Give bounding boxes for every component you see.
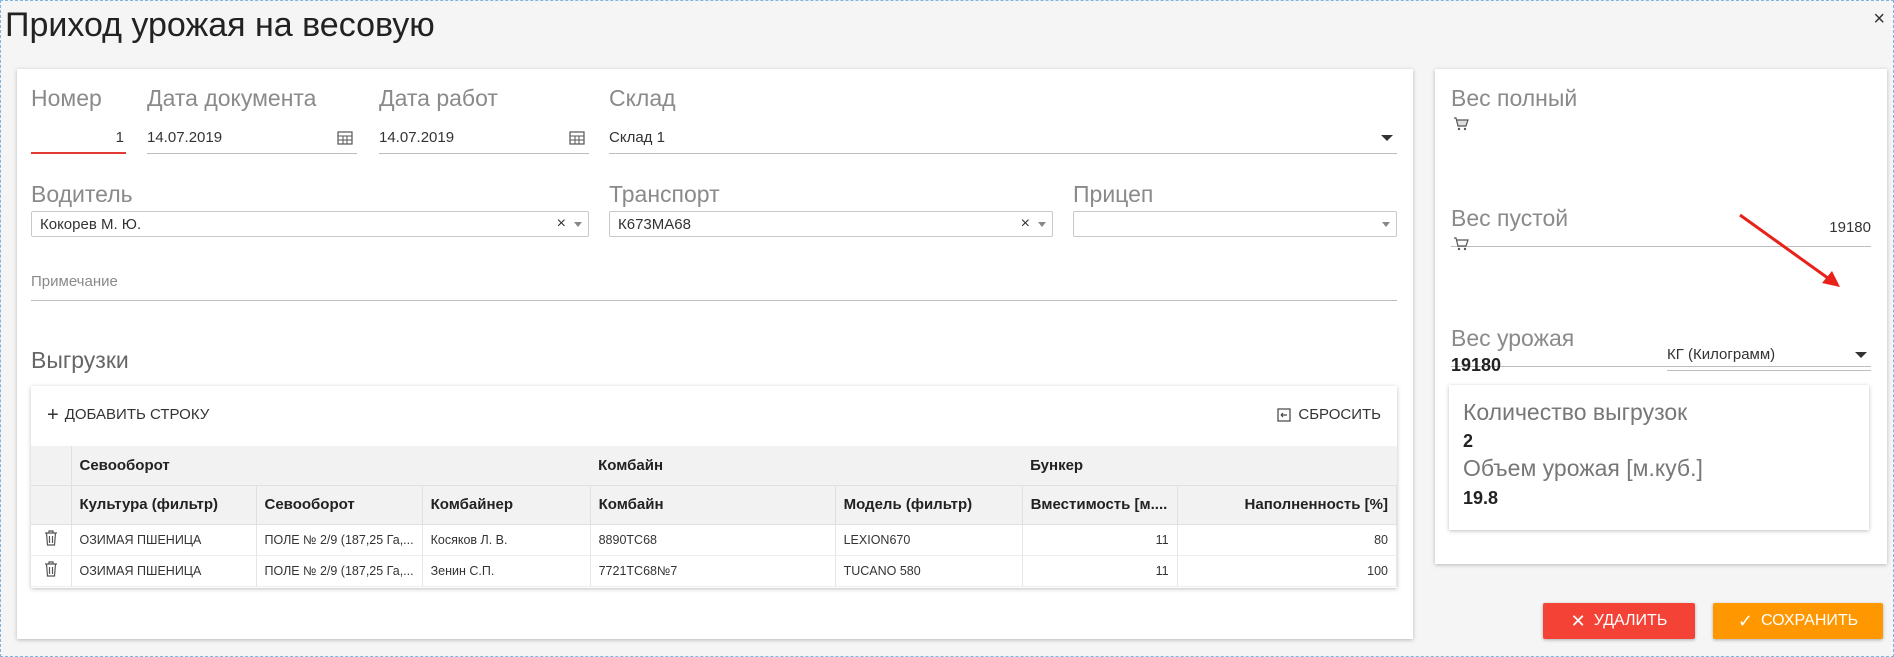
group-header-kombain: Комбайн: [590, 446, 1023, 486]
cell-fill[interactable]: 80: [1177, 524, 1398, 556]
work-date-value: 14.07.2019: [379, 129, 455, 146]
chevron-down-icon[interactable]: [1382, 221, 1390, 227]
column-header-capacity[interactable]: Вместимость [м....: [1022, 485, 1178, 525]
nomer-value: 1: [115, 128, 124, 146]
harvest-weight-value: 19180: [1451, 355, 1502, 375]
plus-icon: +: [47, 403, 59, 426]
unload-count-value: 2: [1463, 431, 1474, 451]
calendar-icon[interactable]: [337, 130, 353, 145]
doc-date-label: Дата документа: [147, 85, 317, 111]
cart-full-icon: [1454, 117, 1469, 131]
group-header-row: Севооборот Комбайн Бункер: [31, 446, 1397, 486]
reset-button[interactable]: СБРОСИТЬ: [1276, 406, 1381, 423]
grid-toolbar: + ДОБАВИТЬ СТРОКУ СБРОСИТЬ: [31, 386, 1397, 446]
unloads-section-title: Выгрузки: [31, 347, 129, 373]
chevron-down-icon[interactable]: [1381, 134, 1393, 141]
nomer-label: Номер: [31, 85, 102, 111]
cell-kombainer[interactable]: Зенин С.П.: [422, 555, 591, 587]
trailer-combobox[interactable]: [1073, 211, 1397, 237]
sklad-label: Склад: [609, 85, 676, 111]
cell-capacity[interactable]: 11: [1022, 524, 1178, 556]
main-form-panel: Номер 1 Дата документа 14.07.2019 Дата р…: [17, 69, 1413, 639]
unload-count-label: Количество выгрузок: [1463, 399, 1688, 425]
calendar-icon[interactable]: [569, 130, 585, 145]
driver-value: Кокорев М. Ю.: [40, 215, 142, 233]
dialog-title: Приход урожая на весовую: [5, 6, 435, 44]
harvest-volume-label: Объем урожая [м.куб.]: [1463, 455, 1703, 481]
trailer-label: Прицеп: [1073, 181, 1154, 207]
cell-kombain[interactable]: 7721ТС68№7: [590, 555, 836, 587]
transport-combobox[interactable]: К673МА68 ×: [609, 211, 1053, 237]
delete-row-button[interactable]: [31, 555, 72, 587]
cell-model[interactable]: TUCANO 580: [835, 555, 1023, 587]
column-header-sevooborot[interactable]: Севооборот: [256, 485, 423, 525]
empty-weight-label: Вес пустой: [1451, 205, 1569, 231]
column-header-kombainer[interactable]: Комбайнер: [422, 485, 591, 525]
driver-label: Водитель: [31, 181, 133, 207]
delete-row-button[interactable]: [31, 524, 72, 556]
save-button[interactable]: ✓ СОХРАНИТЬ: [1713, 603, 1883, 639]
cell-culture[interactable]: ОЗИМАЯ ПШЕНИЦА: [71, 524, 257, 556]
column-header-model[interactable]: Модель (фильтр): [835, 485, 1023, 525]
cell-fill[interactable]: 100: [1177, 555, 1398, 587]
check-icon: ✓: [1737, 610, 1753, 631]
work-date-label: Дата работ: [379, 85, 498, 111]
full-weight-label: Вес полный: [1451, 85, 1578, 111]
table-row[interactable]: ОЗИМАЯ ПШЕНИЦА ПОЛЕ № 2/9 (187,25 Га,...…: [31, 555, 1398, 587]
annotation-arrow-icon: [1739, 213, 1840, 287]
unit-select[interactable]: КГ (Килограмм): [1667, 339, 1871, 371]
chevron-down-icon[interactable]: [1855, 351, 1867, 358]
grid-corner: [31, 485, 72, 525]
cell-sevooborot[interactable]: ПОЛЕ № 2/9 (187,25 Га,...: [256, 555, 423, 587]
clear-icon[interactable]: ×: [557, 215, 566, 233]
doc-date-input[interactable]: 14.07.2019: [147, 122, 357, 154]
column-header-row: Культура (фильтр) Севооборот Комбайнер К…: [31, 485, 1398, 525]
driver-combobox[interactable]: Кокорев М. Ю. ×: [31, 211, 589, 237]
cell-culture[interactable]: ОЗИМАЯ ПШЕНИЦА: [71, 555, 257, 587]
harvest-weighing-dialog: Приход урожая на весовую × Номер 1 Дата …: [0, 0, 1894, 657]
cell-kombainer[interactable]: Косяков Л. В.: [422, 524, 591, 556]
add-row-label: ДОБАВИТЬ СТРОКУ: [64, 406, 210, 423]
column-header-kombain[interactable]: Комбайн: [590, 485, 836, 525]
grid-corner: [31, 446, 72, 486]
table-row[interactable]: ОЗИМАЯ ПШЕНИЦА ПОЛЕ № 2/9 (187,25 Га,...…: [31, 524, 1398, 556]
cart-empty-icon: [1454, 237, 1469, 251]
group-header-bunker: Бункер: [1022, 446, 1397, 486]
group-header-sevooborot: Севооборот: [71, 446, 591, 486]
close-icon[interactable]: ×: [1873, 9, 1885, 29]
harvest-weight-label: Вес урожая: [1451, 325, 1575, 351]
clear-icon[interactable]: ×: [1021, 215, 1030, 233]
work-date-input[interactable]: 14.07.2019: [379, 122, 589, 154]
save-label: СОХРАНИТЬ: [1760, 612, 1859, 629]
nomer-input[interactable]: 1: [31, 122, 126, 154]
column-header-culture[interactable]: Культура (фильтр): [71, 485, 257, 525]
reset-label: СБРОСИТЬ: [1298, 406, 1381, 423]
cell-kombain[interactable]: 8890ТС68: [590, 524, 836, 556]
close-icon: ✕: [1570, 610, 1586, 631]
add-row-button[interactable]: + ДОБАВИТЬ СТРОКУ: [47, 403, 210, 426]
cell-sevooborot[interactable]: ПОЛЕ № 2/9 (187,25 Га,...: [256, 524, 423, 556]
note-input[interactable]: [31, 269, 1397, 301]
trash-icon: [44, 530, 57, 546]
unloads-table: Севооборот Комбайн Бункер Культура (филь…: [31, 446, 1398, 587]
weights-panel: Вес полный 19180 Вес пустой Вес урожая 1…: [1435, 69, 1887, 564]
cell-capacity[interactable]: 11: [1022, 555, 1178, 587]
harvest-volume-value: 19.8: [1463, 488, 1499, 508]
chevron-down-icon[interactable]: [574, 221, 582, 227]
trash-icon: [44, 561, 57, 577]
column-header-fill[interactable]: Наполненность [%]: [1177, 485, 1398, 525]
unit-value: КГ (Килограмм): [1667, 346, 1776, 363]
delete-button[interactable]: ✕ УДАЛИТЬ: [1543, 603, 1695, 639]
cell-model[interactable]: LEXION670: [835, 524, 1023, 556]
summary-card: Количество выгрузок 2 Объем урожая [м.ку…: [1449, 385, 1869, 530]
reset-icon: [1277, 407, 1291, 422]
unloads-grid: + ДОБАВИТЬ СТРОКУ СБРОСИТЬ Севооборот Ко…: [31, 386, 1398, 588]
sklad-select[interactable]: Склад 1: [609, 122, 1397, 154]
doc-date-value: 14.07.2019: [147, 129, 223, 146]
sklad-value: Склад 1: [609, 129, 665, 146]
chevron-down-icon[interactable]: [1038, 221, 1046, 227]
transport-value: К673МА68: [618, 215, 691, 233]
delete-label: УДАЛИТЬ: [1593, 612, 1668, 629]
transport-label: Транспорт: [609, 181, 720, 207]
